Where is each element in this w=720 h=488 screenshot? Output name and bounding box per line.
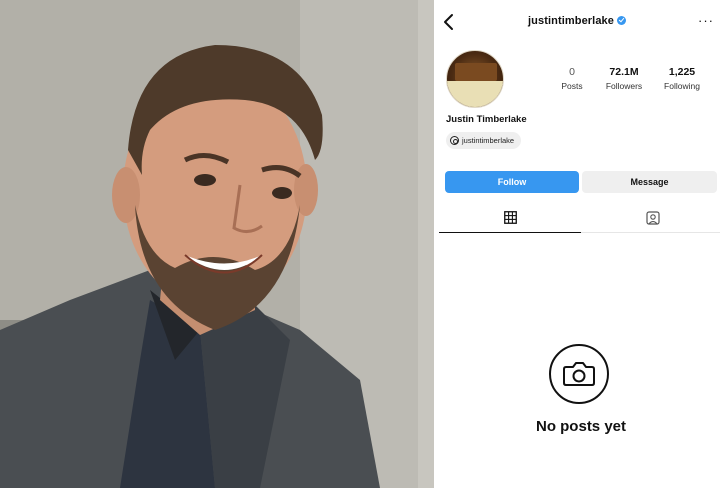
profile-full-name: Justin Timberlake	[446, 114, 527, 125]
threads-icon	[450, 136, 459, 145]
verified-badge-icon	[616, 16, 626, 25]
threads-link[interactable]: justintimberlake	[446, 132, 522, 149]
follow-button[interactable]: Follow	[445, 171, 579, 193]
celebrity-photo	[0, 0, 434, 488]
empty-state-text: No posts yet	[535, 418, 626, 435]
profile-stats: 0 Posts 72.1M Followers 1,225 Following	[544, 66, 714, 96]
profile-username-header: justintimberlake	[434, 15, 720, 27]
stat-followers[interactable]: 72.1M Followers	[598, 66, 650, 91]
stat-posts-value: 0	[569, 66, 575, 78]
stat-posts[interactable]: 0 Posts	[546, 66, 598, 91]
profile-tabs	[434, 203, 720, 233]
stat-following[interactable]: 1,225 Following	[656, 66, 708, 91]
profile-panel: justintimberlake ··· 0 Posts 72.1M Follo…	[434, 0, 720, 488]
more-horizontal-icon[interactable]: ···	[698, 13, 714, 28]
stat-followers-label: Followers	[605, 81, 643, 91]
stat-following-label: Following	[664, 81, 700, 91]
grid-icon	[503, 211, 517, 224]
stat-following-value: 1,225	[668, 66, 696, 78]
tagged-icon	[645, 210, 660, 225]
camera-icon	[563, 362, 595, 386]
message-button[interactable]: Message	[582, 171, 717, 193]
tab-tagged[interactable]	[581, 203, 720, 233]
avatar[interactable]	[446, 50, 504, 108]
stat-followers-value: 72.1M	[609, 66, 639, 78]
camera-icon-circle	[549, 344, 609, 404]
tab-posts-grid[interactable]	[439, 203, 581, 233]
username-text: justintimberlake	[528, 15, 614, 27]
threads-handle: justintimberlake	[462, 136, 515, 145]
portrait-illustration	[0, 0, 434, 488]
top-bar: justintimberlake ···	[434, 10, 720, 36]
stat-posts-label: Posts	[561, 81, 583, 91]
